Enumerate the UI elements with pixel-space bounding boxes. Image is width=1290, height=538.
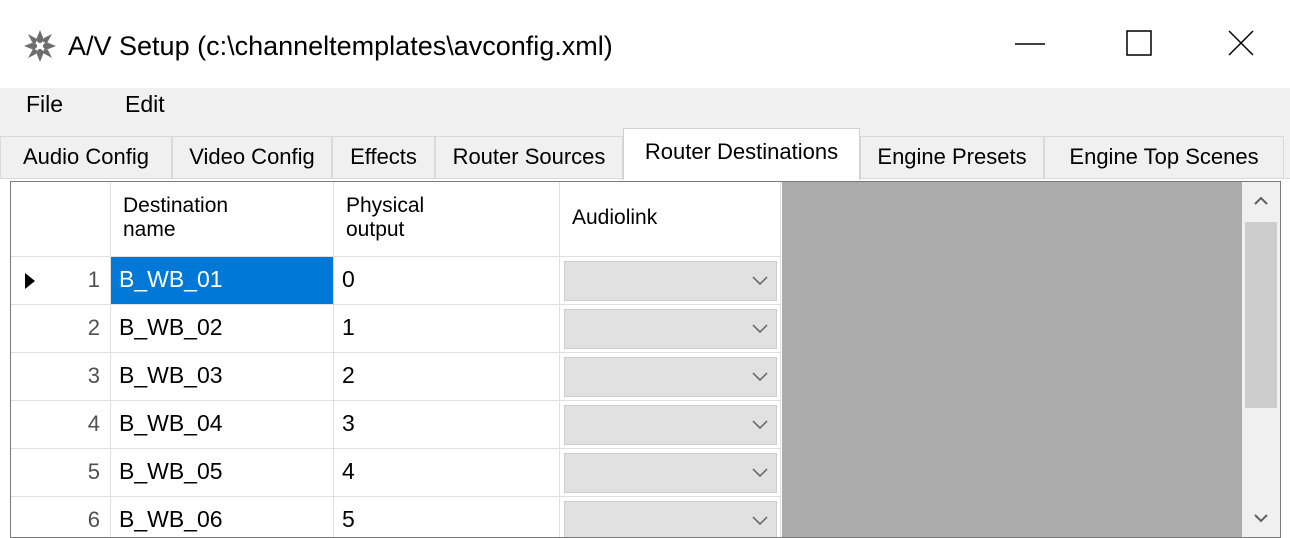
row-header[interactable]: 6 bbox=[11, 497, 111, 537]
chevron-down-icon bbox=[752, 372, 768, 382]
column-header-label: Physical output bbox=[346, 194, 425, 241]
column-header-physical-output[interactable]: Physical output bbox=[334, 182, 560, 257]
destination-name-cell[interactable]: B_WB_05 bbox=[111, 449, 334, 497]
minimize-icon bbox=[1015, 43, 1045, 45]
destination-name-cell[interactable]: B_WB_03 bbox=[111, 353, 334, 401]
row-header[interactable]: 3 bbox=[11, 353, 111, 401]
column-header-label: Audiolink bbox=[572, 206, 658, 229]
row-header[interactable]: 2 bbox=[11, 305, 111, 353]
destination-name-cell[interactable]: B_WB_01 bbox=[111, 257, 334, 305]
row-header[interactable]: 5 bbox=[11, 449, 111, 497]
audiolink-cell[interactable] bbox=[560, 257, 781, 305]
table-row[interactable]: 1 B_WB_01 0 bbox=[11, 257, 782, 305]
row-number: 3 bbox=[87, 363, 100, 388]
row-number: 1 bbox=[87, 267, 100, 292]
chevron-down-icon bbox=[752, 420, 768, 430]
row-header-corner[interactable] bbox=[11, 182, 111, 257]
tab-router-sources[interactable]: Router Sources bbox=[435, 136, 623, 180]
window-title: A/V Setup (c:\channeltemplates\avconfig.… bbox=[68, 31, 613, 61]
audiolink-dropdown[interactable] bbox=[564, 405, 777, 445]
chevron-up-icon bbox=[1254, 196, 1268, 205]
physical-output-cell[interactable]: 3 bbox=[334, 401, 560, 449]
scroll-down-button[interactable] bbox=[1242, 499, 1280, 537]
grid-body: Destination name Physical output Audioli… bbox=[11, 182, 782, 537]
audiolink-cell[interactable] bbox=[560, 305, 781, 353]
column-header-audiolink[interactable]: Audiolink bbox=[560, 182, 781, 257]
minimize-button[interactable] bbox=[980, 0, 1080, 88]
table-row[interactable]: 2 B_WB_02 1 bbox=[11, 305, 782, 353]
physical-output-cell[interactable]: 0 bbox=[334, 257, 560, 305]
audiolink-dropdown[interactable] bbox=[564, 357, 777, 397]
physical-output-cell[interactable]: 4 bbox=[334, 449, 560, 497]
audiolink-dropdown[interactable] bbox=[564, 261, 777, 301]
table-row[interactable]: 3 B_WB_03 2 bbox=[11, 353, 782, 401]
table-row[interactable]: 6 B_WB_06 5 bbox=[11, 497, 782, 537]
close-icon bbox=[1228, 30, 1254, 56]
audiolink-dropdown[interactable] bbox=[564, 501, 777, 537]
row-header[interactable]: 4 bbox=[11, 401, 111, 449]
app-icon bbox=[20, 26, 60, 66]
physical-output-cell[interactable]: 2 bbox=[334, 353, 560, 401]
physical-output-cell[interactable]: 1 bbox=[334, 305, 560, 353]
row-header[interactable]: 1 bbox=[11, 257, 111, 305]
scrollbar-thumb[interactable] bbox=[1245, 222, 1277, 408]
column-header-destination-name[interactable]: Destination name bbox=[111, 182, 334, 257]
chevron-down-icon bbox=[752, 276, 768, 286]
audiolink-cell[interactable] bbox=[560, 401, 781, 449]
menu-bar: File Edit bbox=[0, 88, 1290, 126]
row-number: 6 bbox=[87, 507, 100, 532]
av-setup-window: A/V Setup (c:\channeltemplates\avconfig.… bbox=[0, 0, 1290, 538]
row-number: 4 bbox=[87, 411, 100, 436]
audiolink-cell[interactable] bbox=[560, 449, 781, 497]
physical-output-cell[interactable]: 5 bbox=[334, 497, 560, 537]
tab-strip: Audio Config Video Config Effects Router… bbox=[0, 126, 1290, 180]
tab-engine-top-scenes[interactable]: Engine Top Scenes bbox=[1044, 136, 1284, 180]
column-header-label: Destination name bbox=[123, 194, 229, 241]
destinations-grid[interactable]: Destination name Physical output Audioli… bbox=[10, 181, 1281, 538]
audiolink-cell[interactable] bbox=[560, 497, 781, 537]
menu-file[interactable]: File bbox=[26, 88, 63, 126]
table-row[interactable]: 4 B_WB_04 3 bbox=[11, 401, 782, 449]
destination-name-cell[interactable]: B_WB_06 bbox=[111, 497, 334, 537]
audiolink-cell[interactable] bbox=[560, 353, 781, 401]
audiolink-dropdown[interactable] bbox=[564, 453, 777, 493]
title-bar[interactable]: A/V Setup (c:\channeltemplates\avconfig.… bbox=[0, 0, 1290, 88]
maximize-icon bbox=[1126, 30, 1152, 56]
chevron-down-icon bbox=[752, 324, 768, 334]
chevron-down-icon bbox=[752, 468, 768, 478]
scroll-up-button[interactable] bbox=[1242, 182, 1280, 220]
destination-name-cell[interactable]: B_WB_02 bbox=[111, 305, 334, 353]
chevron-down-icon bbox=[1254, 514, 1268, 523]
menu-edit[interactable]: Edit bbox=[125, 88, 165, 126]
audiolink-dropdown[interactable] bbox=[564, 309, 777, 349]
tab-video-config[interactable]: Video Config bbox=[172, 136, 332, 180]
tab-effects[interactable]: Effects bbox=[332, 136, 435, 180]
destination-name-cell[interactable]: B_WB_04 bbox=[111, 401, 334, 449]
row-number: 5 bbox=[87, 459, 100, 484]
tab-router-destinations[interactable]: Router Destinations bbox=[623, 128, 860, 180]
close-button[interactable] bbox=[1190, 0, 1290, 88]
chevron-down-icon bbox=[752, 516, 768, 526]
tab-audio-config[interactable]: Audio Config bbox=[0, 136, 172, 180]
table-row[interactable]: 5 B_WB_05 4 bbox=[11, 449, 782, 497]
row-number: 2 bbox=[87, 315, 100, 340]
tab-engine-presets[interactable]: Engine Presets bbox=[860, 136, 1044, 180]
vertical-scrollbar[interactable] bbox=[1242, 182, 1280, 537]
maximize-button[interactable] bbox=[1090, 0, 1190, 88]
current-row-arrow-icon bbox=[25, 273, 35, 289]
